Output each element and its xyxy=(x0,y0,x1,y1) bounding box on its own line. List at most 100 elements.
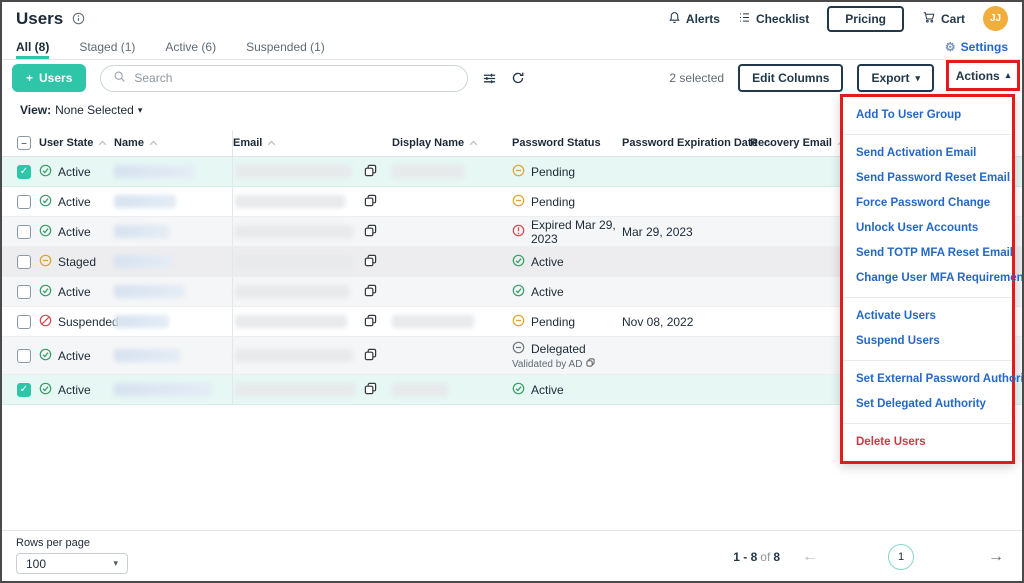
name-cell xyxy=(114,383,232,396)
rows-per-page-select[interactable]: 100 ▾ xyxy=(16,553,128,574)
copy-icon[interactable] xyxy=(586,358,595,370)
password-status-line: Pending xyxy=(512,164,575,180)
row-checkbox[interactable] xyxy=(17,255,31,269)
password-status-icon xyxy=(512,164,525,180)
password-status-label: Expired Mar 29, 2023 xyxy=(531,218,622,246)
menu-item-unlock-user-accounts[interactable]: Unlock User Accounts xyxy=(843,216,1012,241)
row-checkbox[interactable]: ✓ xyxy=(17,165,31,179)
user-state-icon xyxy=(39,194,52,210)
sort-caret-icon[interactable] xyxy=(469,137,478,149)
info-icon[interactable] xyxy=(72,12,85,25)
tab-suspended[interactable]: Suspended (1) xyxy=(246,35,325,59)
settings-link[interactable]: ⚙ Settings xyxy=(945,35,1008,59)
menu-item-send-password-reset-email[interactable]: Send Password Reset Email xyxy=(843,166,1012,191)
email-cell xyxy=(232,337,364,374)
row-checkbox-cell: ✓ xyxy=(2,165,36,179)
menu-item-activate-users[interactable]: Activate Users xyxy=(843,304,1012,329)
row-checkbox[interactable] xyxy=(17,225,31,239)
menu-item-suspend-users[interactable]: Suspend Users xyxy=(843,329,1012,354)
row-checkbox-cell: ✓ xyxy=(2,383,36,397)
copy-icon[interactable] xyxy=(364,382,377,398)
menu-item-set-external-password-authority[interactable]: Set External Password Authority xyxy=(843,367,1012,392)
user-state-icon xyxy=(39,348,52,364)
checklist-icon xyxy=(738,11,751,27)
tabs-bar: All (8) Staged (1) Active (6) Suspended (1)… xyxy=(2,35,1022,60)
checklist-button[interactable]: Checklist xyxy=(738,11,809,27)
sort-caret-icon[interactable] xyxy=(267,137,276,149)
table-footer: Rows per page 100 ▾ 1 - 8of8 ← 1 → xyxy=(2,530,1022,581)
row-checkbox[interactable]: ✓ xyxy=(17,383,31,397)
copy-icon[interactable] xyxy=(364,284,377,300)
user-state-label: Active xyxy=(58,195,91,209)
column-header-pw[interactable]: Password Status xyxy=(512,137,622,149)
row-checkbox[interactable] xyxy=(17,195,31,209)
menu-group: Send Activation EmailSend Password Reset… xyxy=(843,134,1012,297)
row-checkbox-cell xyxy=(2,255,36,269)
user-state-cell: Active xyxy=(36,382,114,398)
column-label: Email xyxy=(233,137,262,149)
copy-icon[interactable] xyxy=(364,194,377,210)
filter-sliders-icon[interactable] xyxy=(482,71,497,86)
user-state-label: Active xyxy=(58,165,91,179)
redacted-email xyxy=(235,285,349,298)
menu-item-send-activation-email[interactable]: Send Activation Email xyxy=(843,141,1012,166)
redacted-display-name xyxy=(392,165,464,178)
menu-item-add-to-user-group[interactable]: Add To User Group xyxy=(843,103,1012,128)
pagination: 1 - 8of8 ← 1 → xyxy=(733,531,1004,582)
password-status-cell: Pending xyxy=(512,164,622,180)
cart-button[interactable]: Cart xyxy=(922,11,965,27)
tab-staged[interactable]: Staged (1) xyxy=(79,35,135,59)
actions-button[interactable]: Actions ▴ xyxy=(946,60,1020,91)
select-all-checkbox[interactable]: – xyxy=(17,136,31,150)
password-status-label: Active xyxy=(531,383,564,397)
row-checkbox[interactable] xyxy=(17,349,31,363)
password-status-cell: DelegatedValidated by AD xyxy=(512,341,622,370)
menu-item-change-user-mfa-requirement[interactable]: Change User MFA Requirement xyxy=(843,266,1012,291)
menu-group: Activate UsersSuspend Users xyxy=(843,297,1012,360)
column-header-display[interactable]: Display Name xyxy=(392,137,512,149)
column-header-email[interactable]: Email xyxy=(232,130,364,156)
row-checkbox[interactable] xyxy=(17,285,31,299)
redacted-display-name xyxy=(392,315,474,328)
view-selector[interactable]: View: None Selected ▾ xyxy=(20,103,142,117)
export-button[interactable]: Export ▾ xyxy=(857,64,934,92)
pricing-button[interactable]: Pricing xyxy=(827,6,904,32)
sort-caret-icon[interactable] xyxy=(149,137,158,149)
avatar[interactable]: JJ xyxy=(983,6,1008,31)
copy-icon[interactable] xyxy=(364,224,377,240)
copy-icon[interactable] xyxy=(364,254,377,270)
user-state-icon xyxy=(39,314,52,330)
copy-icon[interactable] xyxy=(364,314,377,330)
row-checkbox[interactable] xyxy=(17,315,31,329)
column-header-name[interactable]: Name xyxy=(114,137,232,149)
search-input[interactable] xyxy=(134,71,455,85)
password-sub-label: Validated by AD xyxy=(512,359,582,370)
user-state-cell: Active xyxy=(36,224,114,240)
edit-columns-button[interactable]: Edit Columns xyxy=(738,64,843,92)
next-page-arrow-icon[interactable]: → xyxy=(988,549,1004,565)
menu-item-force-password-change[interactable]: Force Password Change xyxy=(843,191,1012,216)
prev-page-arrow-icon[interactable]: ← xyxy=(802,549,818,565)
refresh-icon[interactable] xyxy=(511,71,525,85)
email-cell xyxy=(232,307,364,336)
tab-all[interactable]: All (8) xyxy=(16,35,49,59)
tab-active[interactable]: Active (6) xyxy=(165,35,216,59)
password-status-line: Pending xyxy=(512,314,575,330)
menu-item-set-delegated-authority[interactable]: Set Delegated Authority xyxy=(843,392,1012,417)
column-header-state[interactable]: User State xyxy=(36,137,114,149)
menu-item-send-totp-mfa-reset-email[interactable]: Send TOTP MFA Reset Email xyxy=(843,241,1012,266)
copy-icon[interactable] xyxy=(364,164,377,180)
menu-item-delete-users[interactable]: Delete Users xyxy=(843,430,1012,455)
menu-group: Set External Password AuthoritySet Deleg… xyxy=(843,360,1012,423)
redacted-email xyxy=(235,255,353,268)
search-icon xyxy=(113,70,126,86)
name-cell xyxy=(114,165,232,178)
current-page-button[interactable]: 1 xyxy=(888,544,914,570)
alerts-button[interactable]: Alerts xyxy=(668,11,720,27)
copy-icon[interactable] xyxy=(364,348,377,364)
column-label: Display Name xyxy=(392,137,464,149)
sort-caret-icon[interactable] xyxy=(98,137,107,149)
column-header-exp[interactable]: Password Expiration Date xyxy=(622,137,750,149)
password-status-icon xyxy=(512,382,525,398)
add-users-button[interactable]: + Users xyxy=(12,64,86,92)
